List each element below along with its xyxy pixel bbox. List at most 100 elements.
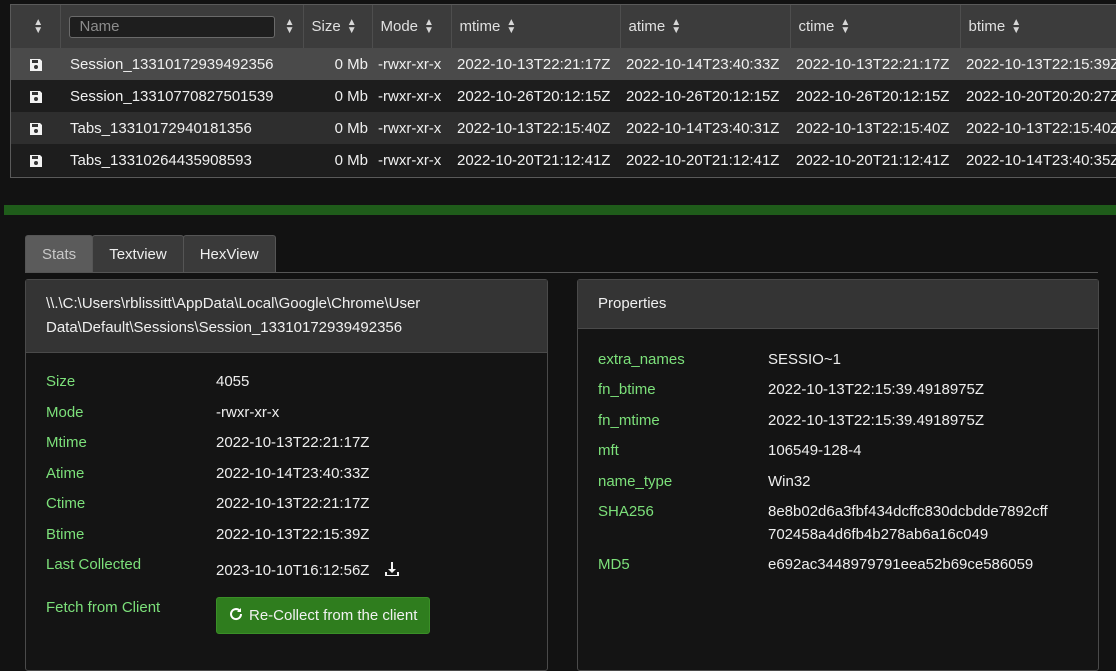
prop-label: extra_names	[598, 351, 685, 368]
file-btime: 2022-10-14T23:40:35Z	[966, 151, 1116, 169]
file-name: Session_13310172939492356	[70, 55, 274, 73]
table-header-row: ▲▼ ▲▼ Size▲▼ Mode▲▼ mtime▲▼ atime▲▼ ctim…	[11, 5, 1116, 48]
name-column-header: ▲▼	[60, 5, 304, 48]
file-mode: -rwxr-xr-x	[378, 87, 442, 105]
prop-value: 2022-10-13T22:15:39.4918975Z	[768, 381, 985, 398]
file-path-header: \\.\C:\Users\rblissitt\AppData\Local\Goo…	[26, 280, 547, 353]
prop-value: 2022-10-13T22:15:39.4918975Z	[768, 412, 985, 429]
download-icon[interactable]	[384, 561, 400, 581]
prop-label: mft	[598, 442, 619, 459]
file-mode: -rwxr-xr-x	[378, 119, 442, 137]
prop-label: fn_mtime	[598, 412, 660, 429]
file-btime: 2022-10-20T20:20:27Z	[966, 87, 1116, 105]
detail-tabs: Stats Textview HexView	[25, 235, 276, 273]
sort-icon[interactable]: ▲ ▼	[285, 18, 295, 36]
file-path-line: \\.\C:\Users\rblissitt\AppData\Local\Goo…	[46, 295, 421, 312]
stat-value: 2022-10-14T23:40:33Z	[216, 465, 370, 482]
file-table: ▲▼ ▲▼ Size▲▼ Mode▲▼ mtime▲▼ atime▲▼ ctim…	[10, 4, 1116, 178]
file-atime: 2022-10-14T23:40:31Z	[626, 119, 780, 137]
save-icon[interactable]	[11, 112, 60, 144]
file-ctime: 2022-10-20T21:12:41Z	[796, 151, 950, 169]
stat-label: Ctime	[46, 495, 86, 512]
prop-label: name_type	[598, 473, 673, 490]
sort-icon[interactable]: ▲ ▼	[347, 18, 357, 36]
file-path-line: Data\Default\Sessions\Session_1331017293…	[46, 319, 403, 336]
sort-icon[interactable]: ▲ ▼	[506, 18, 516, 36]
prop-label: fn_btime	[598, 381, 656, 398]
save-icon[interactable]	[11, 144, 60, 176]
table-row[interactable]: Tabs_13310172940181356 0 Mb -rwxr-xr-x 2…	[11, 112, 1116, 144]
refresh-icon	[229, 607, 243, 625]
file-mode: -rwxr-xr-x	[378, 151, 442, 169]
file-atime: 2022-10-26T20:12:15Z	[626, 87, 780, 105]
file-name: Tabs_13310264435908593	[70, 151, 252, 169]
file-mtime: 2022-10-13T22:15:40Z	[457, 119, 611, 137]
file-btime: 2022-10-13T22:15:40Z	[966, 119, 1116, 137]
prop-value: e692ac3448979791eea52b69ce586059	[768, 556, 1034, 573]
table-row[interactable]: Session_13310770827501539 0 Mb -rwxr-xr-…	[11, 80, 1116, 112]
mtime-column-header[interactable]: mtime ▲ ▼	[451, 5, 621, 48]
file-mtime: 2022-10-20T21:12:41Z	[457, 151, 611, 169]
stat-label: Mode	[46, 404, 84, 421]
stat-label: Btime	[46, 526, 85, 543]
file-size: 0 Mb	[334, 151, 368, 169]
file-atime: 2022-10-20T21:12:41Z	[626, 151, 780, 169]
stat-label: Fetch from Client	[46, 599, 161, 616]
splitter-bar[interactable]	[4, 205, 1116, 215]
sort-icon[interactable]: ▲ ▼	[1011, 18, 1021, 36]
stats-panel: \\.\C:\Users\rblissitt\AppData\Local\Goo…	[25, 279, 548, 671]
prop-value: SESSIO~1	[768, 351, 841, 368]
file-size: 0 Mb	[334, 119, 368, 137]
file-size: 0 Mb	[334, 55, 368, 73]
tab-divider	[25, 272, 1098, 273]
properties-panel: Properties extra_names SESSIO~1 fn_btime…	[577, 279, 1099, 671]
sort-icon[interactable]: ▲ ▼	[671, 18, 681, 36]
btime-column-header[interactable]: btime ▲ ▼	[960, 5, 1116, 48]
recollect-button[interactable]: Re-Collect from the client	[216, 597, 431, 634]
file-mtime: 2022-10-13T22:21:17Z	[457, 55, 611, 73]
file-ctime: 2022-10-26T20:12:15Z	[796, 87, 950, 105]
stat-label: Last Collected	[46, 556, 142, 573]
stat-value: 2023-10-10T16:12:56Z	[216, 561, 370, 579]
stat-label: Size	[46, 373, 76, 390]
select-column-header[interactable]: ▲ ▼	[11, 5, 61, 48]
stat-value: 2022-10-13T22:21:17Z	[216, 495, 370, 512]
file-ctime: 2022-10-13T22:15:40Z	[796, 119, 950, 137]
mode-column-header[interactable]: Mode ▲ ▼	[372, 5, 452, 48]
save-icon[interactable]	[11, 80, 60, 112]
stat-label: Mtime	[46, 434, 87, 451]
properties-header: Properties	[578, 280, 1098, 329]
tab-textview[interactable]: Textview	[92, 235, 184, 273]
sort-icon[interactable]: ▲ ▼	[424, 18, 434, 36]
file-ctime: 2022-10-13T22:21:17Z	[796, 55, 950, 73]
stat-value: 2022-10-13T22:21:17Z	[216, 434, 370, 451]
prop-value: 702458a4d6fb4b278ab6a16c049	[768, 526, 989, 543]
prop-label: MD5	[598, 556, 630, 573]
file-size: 0 Mb	[334, 87, 368, 105]
file-name: Tabs_13310172940181356	[70, 119, 252, 137]
stat-label: Atime	[46, 465, 85, 482]
stat-value: -rwxr-xr-x	[216, 404, 280, 421]
atime-column-header[interactable]: atime ▲ ▼	[620, 5, 791, 48]
file-mtime: 2022-10-26T20:12:15Z	[457, 87, 611, 105]
file-mode: -rwxr-xr-x	[378, 55, 442, 73]
recollect-label: Re-Collect from the client	[249, 607, 418, 624]
tab-stats[interactable]: Stats	[25, 235, 94, 273]
tab-hexview[interactable]: HexView	[182, 235, 276, 273]
save-icon[interactable]	[11, 48, 60, 80]
table-row[interactable]: Session_13310172939492356 0 Mb -rwxr-xr-…	[11, 48, 1116, 80]
sort-icon[interactable]: ▲ ▼	[840, 18, 850, 36]
table-row[interactable]: Tabs_13310264435908593 0 Mb -rwxr-xr-x 2…	[11, 144, 1116, 176]
file-btime: 2022-10-13T22:15:39Z	[966, 55, 1116, 73]
stat-value: 2022-10-13T22:15:39Z	[216, 526, 370, 543]
prop-value: 106549-128-4	[768, 442, 862, 459]
prop-label: SHA256	[598, 503, 654, 520]
stat-value: 4055	[216, 373, 250, 390]
prop-value: Win32	[768, 473, 811, 490]
sort-icon[interactable]: ▲ ▼	[33, 18, 43, 36]
ctime-column-header[interactable]: ctime ▲ ▼	[790, 5, 961, 48]
file-name: Session_13310770827501539	[70, 87, 274, 105]
prop-value: 8e8b02d6a3fbf434dcffc830dcbdde7892cff	[768, 503, 1048, 520]
name-filter-input[interactable]	[68, 15, 275, 38]
size-column-header[interactable]: Size ▲ ▼	[303, 5, 373, 48]
